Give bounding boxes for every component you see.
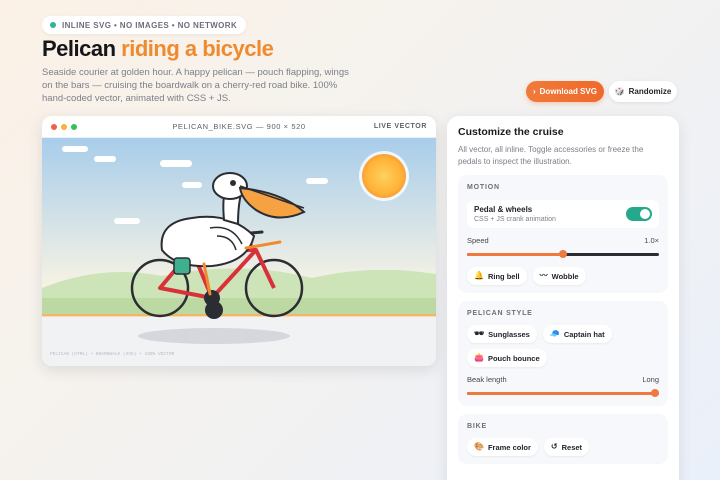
- reset-button[interactable]: ↺ Reset: [543, 438, 590, 456]
- slider-thumb[interactable]: [559, 250, 567, 258]
- stage-filename: PELICAN_BIKE.SVG — 900 × 520: [172, 122, 306, 131]
- beak-value: Long: [642, 375, 659, 384]
- motion-actions: 🔔 Ring bell 〰 Wobble: [467, 267, 659, 285]
- pedal-toggle-row[interactable]: Pedal & wheels CSS + JS crank animation: [467, 200, 659, 228]
- captain-hat-label: Captain hat: [563, 329, 605, 339]
- grass: [42, 298, 436, 316]
- dice-icon: 🎲: [614, 86, 625, 96]
- stage-caption: PELICAN (HTML) • BOARDWALK (SVG) • 100% …: [50, 351, 175, 357]
- arrow-icon: ›: [532, 86, 536, 96]
- wobble-label: Wobble: [551, 271, 579, 281]
- randomize-label: Randomize: [628, 87, 672, 96]
- pouch-bounce-button[interactable]: 👛 Pouch bounce: [467, 349, 547, 367]
- pouch-icon: 👛: [474, 353, 484, 362]
- bike-label: BIKE: [467, 423, 487, 430]
- ring-bell-button[interactable]: 🔔 Ring bell: [467, 267, 527, 285]
- switch-knob: [640, 209, 650, 219]
- style-actions: 🕶 Sunglasses 🧢 Captain hat 👛 Pouch bounc…: [467, 325, 659, 367]
- illustration-stage: PELICAN_BIKE.SVG — 900 × 520 LIVE VECTOR: [42, 116, 436, 366]
- sunglasses-button[interactable]: 🕶 Sunglasses: [467, 325, 537, 343]
- reset-icon: ↺: [550, 442, 558, 451]
- download-svg-button[interactable]: › Download SVG: [526, 81, 604, 102]
- slider-fill: [467, 253, 563, 256]
- sunglasses-icon: 🕶: [474, 329, 485, 338]
- download-svg-label: Download SVG: [539, 87, 597, 96]
- wobble-button[interactable]: 〰 Wobble: [532, 267, 586, 285]
- pelican-illustration: PELICAN (HTML) • BOARDWALK (SVG) • 100% …: [42, 138, 436, 366]
- shadow: [138, 328, 290, 344]
- pelican-eye: [230, 180, 236, 186]
- beak-label: Beak length: [467, 375, 507, 384]
- pedal-toggle-title: Pedal & wheels: [474, 205, 533, 214]
- wave-icon: 〰: [539, 271, 548, 280]
- minimize-dot[interactable]: [61, 123, 67, 130]
- frame-color-label: Frame color: [487, 442, 531, 452]
- live-vector-label: LIVE VECTOR: [373, 123, 427, 130]
- status-dot: [50, 22, 56, 28]
- reset-label: Reset: [561, 442, 583, 452]
- maximize-dot[interactable]: [71, 123, 77, 130]
- speed-header: Speed 1.0×: [467, 236, 659, 245]
- motion-label: MOTION: [467, 184, 500, 191]
- pedal-toggle-text: Pedal & wheels CSS + JS crank animation: [474, 205, 626, 223]
- pelican-style-section: PELICAN STYLE 🕶 Sunglasses 🧢 Captain hat…: [458, 301, 668, 406]
- satchel: [173, 257, 191, 275]
- bell-icon: 🔔: [474, 271, 484, 280]
- sunglasses-label: Sunglasses: [488, 329, 530, 339]
- pouch-bounce-label: Pouch bounce: [487, 353, 540, 363]
- sun: [359, 151, 409, 201]
- panel-title: Customize the cruise: [458, 126, 564, 138]
- beak-header: Beak length Long: [467, 375, 659, 384]
- feature-badge: INLINE SVG • NO IMAGES • NO NETWORK: [42, 16, 247, 34]
- title-main: Pelican: [42, 36, 116, 61]
- hat-icon: 🧢: [549, 329, 560, 338]
- pedal-toggle-subtitle: CSS + JS crank animation: [474, 216, 556, 223]
- panel-description: All vector, all inline. Toggle accessori…: [458, 145, 644, 166]
- pelican-style-label: PELICAN STYLE: [467, 310, 533, 317]
- customize-panel: Customize the cruise All vector, all inl…: [447, 116, 679, 480]
- beak-slider[interactable]: [467, 388, 659, 398]
- page-subtitle: Seaside courier at golden hour. A happy …: [42, 67, 349, 104]
- speed-slider[interactable]: [467, 249, 659, 259]
- pedal-foot: [205, 301, 223, 319]
- bike-section: BIKE 🎨 Frame color ↺ Reset: [458, 414, 668, 464]
- slider-fill: [467, 392, 659, 395]
- ring-bell-label: Ring bell: [487, 271, 520, 281]
- page-title: Pelican riding a bicycle: [42, 36, 274, 62]
- feature-badge-label: INLINE SVG • NO IMAGES • NO NETWORK: [62, 20, 238, 30]
- boardwalk-edge: [42, 314, 436, 317]
- motion-section: MOTION Pedal & wheels CSS + JS crank ani…: [458, 175, 668, 293]
- close-dot[interactable]: [51, 123, 57, 130]
- bike-actions: 🎨 Frame color ↺ Reset: [467, 438, 659, 456]
- stage-titlebar: PELICAN_BIKE.SVG — 900 × 520 LIVE VECTOR: [42, 116, 436, 138]
- captain-hat-button[interactable]: 🧢 Captain hat: [542, 325, 612, 343]
- slider-thumb[interactable]: [651, 389, 659, 397]
- frame-color-button[interactable]: 🎨 Frame color: [467, 438, 538, 456]
- speed-label: Speed: [467, 236, 489, 245]
- pedal-switch[interactable]: [626, 207, 652, 221]
- randomize-button[interactable]: 🎲 Randomize: [609, 81, 677, 102]
- speed-value: 1.0×: [644, 236, 659, 245]
- window-dots: [51, 123, 111, 130]
- palette-icon: 🎨: [474, 442, 484, 451]
- title-accent: riding a bicycle: [121, 36, 274, 61]
